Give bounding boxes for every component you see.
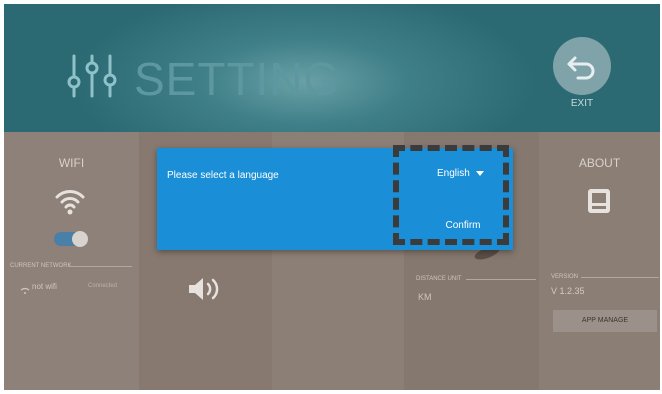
divider xyxy=(68,266,132,267)
current-network-label: CURRENT NETWORK xyxy=(10,263,72,269)
wifi-panel: WIFI CURRENT NETWORK not wifi Connected xyxy=(4,132,139,390)
network-status: Connected xyxy=(88,283,118,289)
divider xyxy=(466,279,536,280)
sliders-icon xyxy=(66,54,122,103)
divider xyxy=(581,277,659,278)
version-label: VERSION xyxy=(551,274,579,280)
exit-label: EXIT xyxy=(570,98,594,109)
device-icon xyxy=(587,188,611,221)
exit-button[interactable] xyxy=(553,37,611,95)
dialog-prompt: Please select a language xyxy=(167,170,279,181)
selected-language: English xyxy=(437,168,470,179)
toggle-knob xyxy=(72,231,88,247)
header-bar: SETTING EXIT xyxy=(4,4,660,132)
distance-unit-label: DISTANCE UNIT xyxy=(416,276,462,282)
settings-screen: SETTING EXIT WIFI CURRENT NETWORK not wi… xyxy=(4,4,660,390)
page-title: SETTING xyxy=(134,53,341,105)
about-panel: ABOUT VERSION V 1.2.35 APP MANAGE xyxy=(539,132,660,390)
confirm-button[interactable]: Confirm xyxy=(427,216,499,236)
language-dropdown[interactable]: English xyxy=(437,168,484,184)
wifi-icon xyxy=(54,186,86,221)
wifi-heading: WIFI xyxy=(58,156,85,170)
network-wifi-icon xyxy=(20,282,30,300)
app-manage-button[interactable]: APP MANAGE xyxy=(553,310,657,332)
volume-icon xyxy=(187,276,223,307)
network-name: not wifi xyxy=(32,282,57,291)
about-heading: ABOUT xyxy=(578,156,621,170)
version-value: V 1.2.35 xyxy=(551,286,585,296)
language-dialog: Please select a language English Confirm xyxy=(157,148,513,250)
return-arrow-icon xyxy=(567,56,595,80)
chevron-down-icon xyxy=(475,170,484,176)
wifi-toggle[interactable] xyxy=(54,231,88,247)
distance-unit-value[interactable]: KM xyxy=(418,292,432,302)
